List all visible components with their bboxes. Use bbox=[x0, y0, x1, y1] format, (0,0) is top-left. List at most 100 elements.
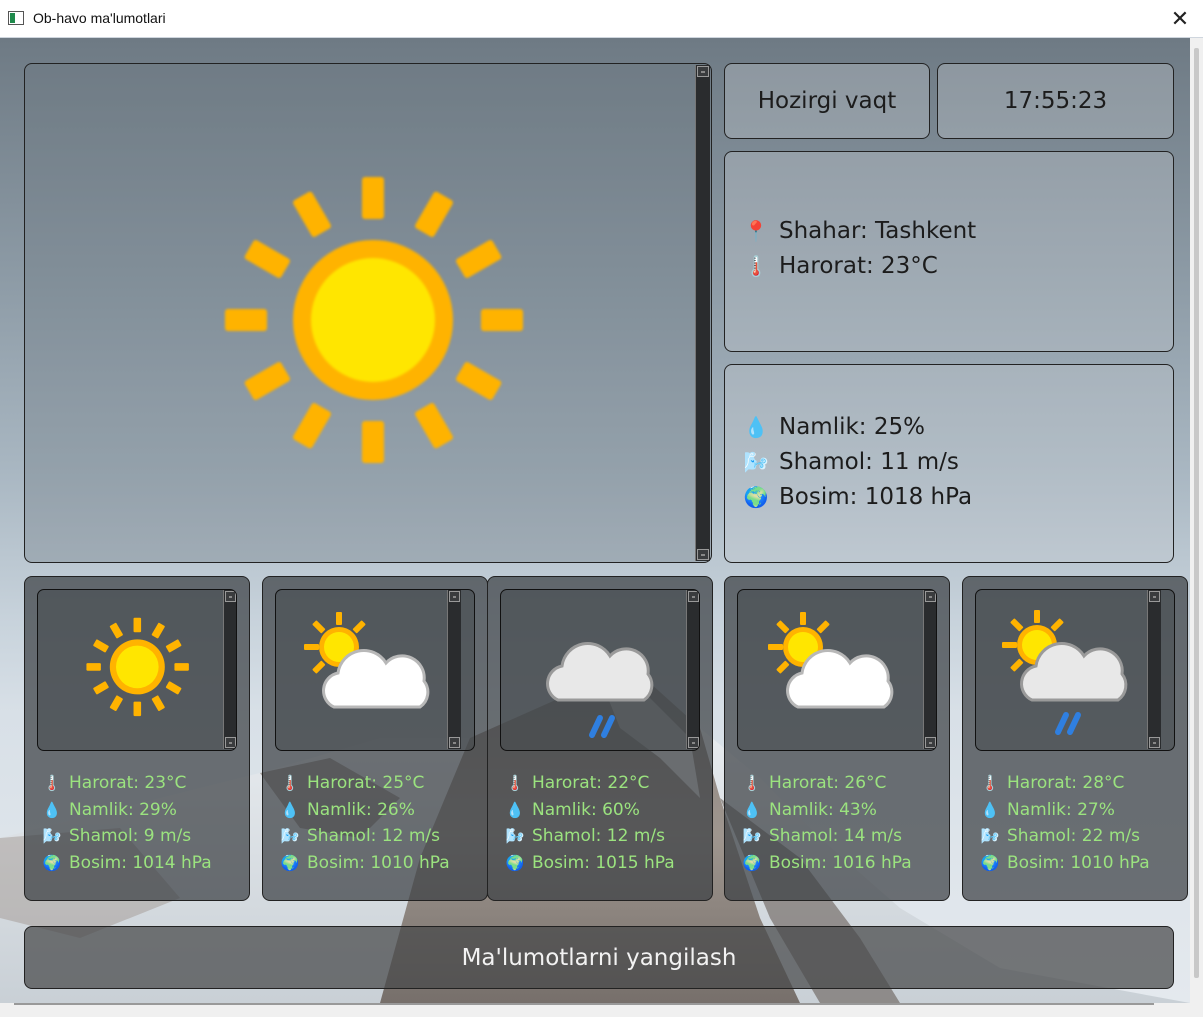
current-stats-panel: 💧 Namlik: 25% 🌬️ Shamol: 11 m/s 🌍 Bosim:… bbox=[724, 364, 1174, 563]
scroll-up-button[interactable] bbox=[688, 591, 699, 602]
forecast-card: 🌡️ Harorat: 23°C 💧 Namlik: 29% 🌬️ Shamol: 9… bbox=[24, 576, 250, 901]
sun-cloud-rain-icon bbox=[1002, 610, 1128, 735]
forecast-humidity: Namlik: 43% bbox=[769, 799, 877, 820]
globe-icon: 🌍 bbox=[42, 853, 62, 872]
app-icon bbox=[8, 11, 24, 25]
window-horizontal-scrollbar[interactable] bbox=[0, 1003, 1203, 1017]
image-scrollbar[interactable] bbox=[695, 65, 710, 561]
forecast-temperature: Harorat: 28°C bbox=[1007, 773, 1125, 793]
forecast-card: 🌡️ Harorat: 22°C 💧 Namlik: 60% 🌬️ Shamol: 1… bbox=[487, 576, 713, 901]
rain-cloud-icon bbox=[546, 642, 654, 738]
title-bar: Ob-havo ma'lumotlari ✕ bbox=[0, 0, 1203, 38]
forecast-humidity: Namlik: 60% bbox=[532, 799, 640, 820]
forecast-wind: Shamol: 12 m/s bbox=[532, 826, 665, 846]
forecast-image-scrollbar[interactable] bbox=[223, 590, 236, 749]
droplet-icon: 💧 bbox=[743, 415, 769, 439]
forecast-pressure: Bosim: 1014 hPa bbox=[69, 852, 212, 873]
droplet-icon: 💧 bbox=[280, 800, 300, 819]
forecast-stats: 🌡️ Harorat: 26°C 💧 Namlik: 43% 🌬️ Shamol: 1… bbox=[741, 770, 912, 876]
forecast-stats: 🌡️ Harorat: 22°C 💧 Namlik: 60% 🌬️ Shamol: 1… bbox=[504, 770, 675, 876]
sun-icon bbox=[225, 177, 523, 463]
forecast-stats: 🌡️ Harorat: 25°C 💧 Namlik: 26% 🌬️ Shamol: 1… bbox=[279, 770, 450, 876]
temperature-text: Harorat: 23°C bbox=[779, 253, 938, 279]
scroll-down-button[interactable] bbox=[925, 737, 936, 748]
forecast-wind: Shamol: 12 m/s bbox=[307, 826, 440, 846]
refresh-button[interactable]: Ma'lumotlarni yangilash bbox=[24, 926, 1174, 989]
globe-icon: 🌍 bbox=[743, 485, 769, 509]
scroll-up-button[interactable] bbox=[697, 66, 709, 77]
forecast-humidity: Namlik: 29% bbox=[69, 799, 177, 820]
thermometer-icon: 🌡️ bbox=[505, 774, 525, 792]
forecast-stats: 🌡️ Harorat: 28°C 💧 Namlik: 27% 🌬️ Shamol: 2… bbox=[979, 770, 1150, 876]
pressure-line: 🌍 Bosim: 1018 hPa bbox=[741, 484, 973, 510]
scroll-down-button[interactable] bbox=[1149, 737, 1160, 748]
wind-line: 🌬️ Shamol: 11 m/s bbox=[741, 449, 959, 475]
droplet-icon: 💧 bbox=[980, 800, 1000, 819]
droplet-icon: 💧 bbox=[42, 800, 62, 819]
wind-icon: 🌬️ bbox=[742, 827, 762, 845]
wind-text: Shamol: 11 m/s bbox=[779, 449, 959, 475]
wind-icon: 🌬️ bbox=[280, 827, 300, 845]
forecast-temperature: Harorat: 26°C bbox=[769, 773, 887, 793]
forecast-wind: Shamol: 22 m/s bbox=[1007, 826, 1140, 846]
humidity-line: 💧 Namlik: 25% bbox=[741, 414, 925, 440]
thermometer-icon: 🌡️ bbox=[280, 774, 300, 792]
scroll-up-button[interactable] bbox=[925, 591, 936, 602]
forecast-card: 🌡️ Harorat: 28°C 💧 Namlik: 27% 🌬️ Shamol: 2… bbox=[962, 576, 1188, 901]
scroll-down-button[interactable] bbox=[697, 549, 709, 560]
forecast-pressure: Bosim: 1016 hPa bbox=[769, 852, 912, 873]
scroll-up-button[interactable] bbox=[1149, 591, 1160, 602]
pressure-text: Bosim: 1018 hPa bbox=[779, 484, 973, 510]
thermometer-icon: 🌡️ bbox=[743, 254, 769, 278]
wind-icon: 🌬️ bbox=[505, 827, 525, 845]
main-window: Hozirgi vaqt 17:55:23 📍 Shahar: Tashkent… bbox=[0, 38, 1190, 1003]
scroll-down-button[interactable] bbox=[688, 737, 699, 748]
forecast-pressure: Bosim: 1015 hPa bbox=[532, 852, 675, 873]
current-time-value: 17:55:23 bbox=[937, 63, 1174, 139]
wind-icon: 🌬️ bbox=[743, 450, 769, 474]
forecast-image-scrollbar[interactable] bbox=[447, 590, 461, 749]
thermometer-icon: 🌡️ bbox=[980, 774, 1000, 792]
scroll-down-button[interactable] bbox=[449, 737, 460, 748]
wind-icon: 🌬️ bbox=[980, 827, 1000, 845]
forecast-wind: Shamol: 9 m/s bbox=[69, 826, 192, 846]
humidity-text: Namlik: 25% bbox=[779, 414, 925, 440]
forecast-image-scrollbar[interactable] bbox=[923, 590, 936, 749]
forecast-temperature: Harorat: 22°C bbox=[532, 773, 650, 793]
forecast-image-scrollbar[interactable] bbox=[1147, 590, 1161, 749]
scroll-down-button[interactable] bbox=[225, 737, 236, 748]
droplet-icon: 💧 bbox=[505, 800, 525, 819]
scrollbar-track[interactable] bbox=[14, 1003, 1154, 1005]
partly-cloudy-icon bbox=[304, 612, 430, 709]
forecast-humidity: Namlik: 27% bbox=[1007, 799, 1115, 820]
forecast-temperature: Harorat: 23°C bbox=[69, 773, 187, 793]
forecast-image bbox=[737, 589, 937, 751]
wind-icon: 🌬️ bbox=[42, 827, 62, 845]
globe-icon: 🌍 bbox=[505, 853, 525, 872]
city-info-panel: 📍 Shahar: Tashkent 🌡️ Harorat: 23°C bbox=[724, 151, 1174, 352]
sun-icon bbox=[86, 617, 189, 717]
forecast-image bbox=[500, 589, 700, 751]
current-weather-image bbox=[24, 63, 712, 563]
globe-icon: 🌍 bbox=[980, 853, 1000, 872]
current-time-label: Hozirgi vaqt bbox=[724, 63, 930, 139]
forecast-image bbox=[975, 589, 1175, 751]
forecast-image-scrollbar[interactable] bbox=[686, 590, 699, 749]
forecast-pressure: Bosim: 1010 hPa bbox=[307, 852, 450, 873]
forecast-image bbox=[275, 589, 475, 751]
thermometer-icon: 🌡️ bbox=[42, 774, 62, 792]
forecast-wind: Shamol: 14 m/s bbox=[769, 826, 902, 846]
scroll-up-button[interactable] bbox=[449, 591, 460, 602]
forecast-card: 🌡️ Harorat: 25°C 💧 Namlik: 26% 🌬️ Shamol: 1… bbox=[262, 576, 488, 901]
window-vertical-scrollbar[interactable] bbox=[1190, 38, 1203, 1003]
forecast-stats: 🌡️ Harorat: 23°C 💧 Namlik: 29% 🌬️ Shamol: 9… bbox=[41, 770, 212, 876]
scrollbar-track[interactable] bbox=[1194, 48, 1199, 978]
close-button[interactable]: ✕ bbox=[1157, 0, 1203, 38]
window-title: Ob-havo ma'lumotlari bbox=[33, 10, 166, 26]
scroll-up-button[interactable] bbox=[225, 591, 236, 602]
partly-cloudy-icon bbox=[768, 612, 894, 709]
forecast-humidity: Namlik: 26% bbox=[307, 799, 415, 820]
globe-icon: 🌍 bbox=[280, 853, 300, 872]
forecast-temperature: Harorat: 25°C bbox=[307, 773, 425, 793]
forecast-image bbox=[37, 589, 237, 751]
